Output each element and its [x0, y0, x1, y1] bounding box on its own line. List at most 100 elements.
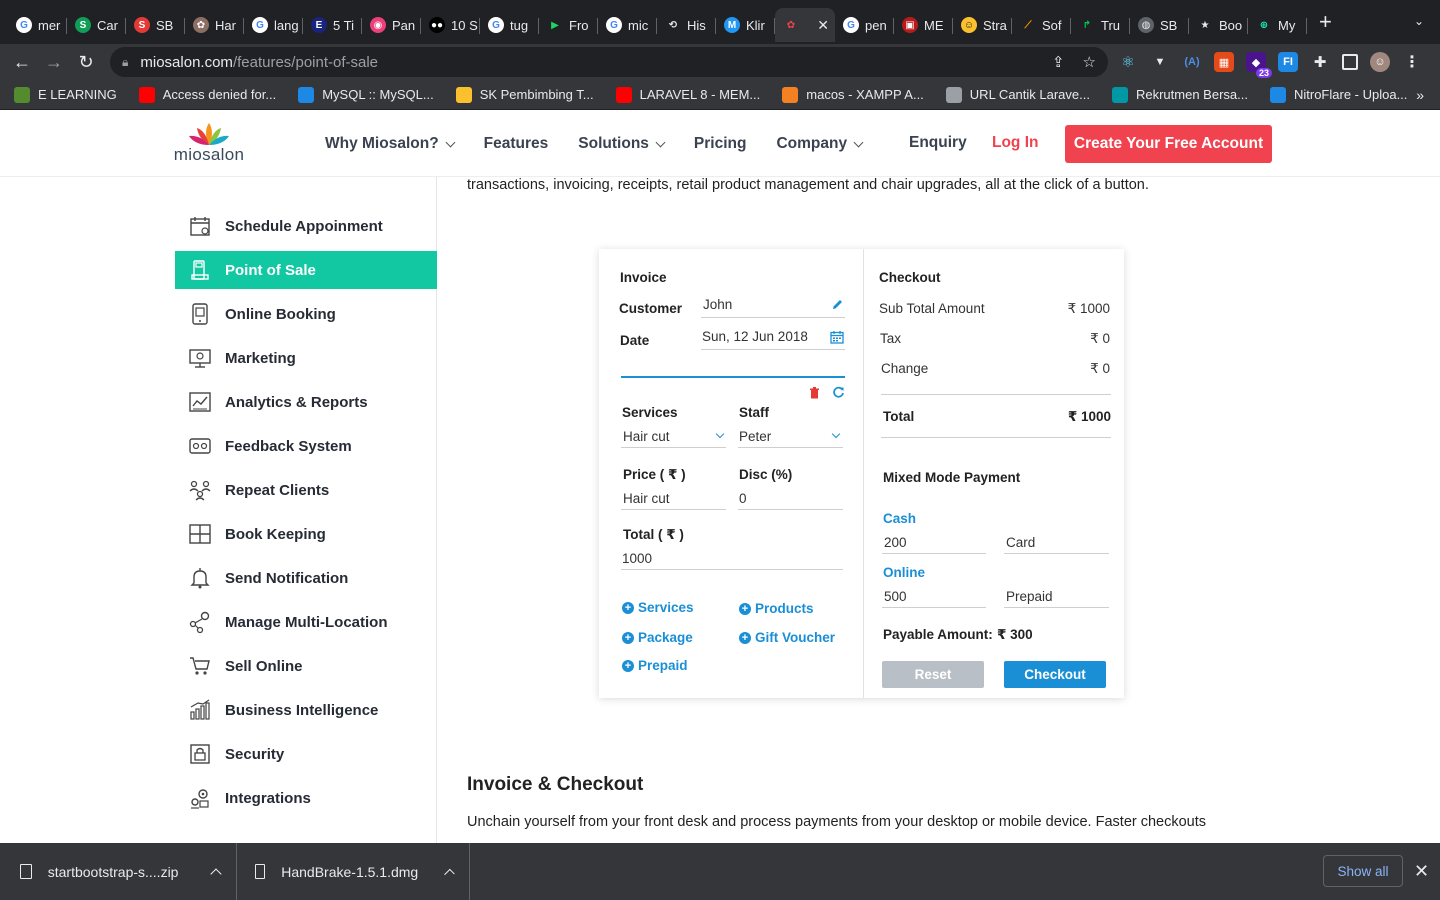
back-button[interactable]: ←	[6, 52, 38, 73]
browser-tab[interactable]: ✿ ✕	[775, 8, 835, 42]
browser-tab[interactable]: ◍ SB	[1130, 8, 1189, 42]
browser-tab[interactable]: ⟋ Sof	[1012, 8, 1071, 42]
browser-tab[interactable]: ⟲ His	[657, 8, 716, 42]
browser-tab[interactable]: Gpen	[835, 8, 894, 42]
nav-item[interactable]: Solutions	[578, 135, 666, 153]
browser-tab[interactable]: ▶ Fro	[539, 8, 598, 42]
profile-avatar[interactable]: ☺	[1370, 52, 1390, 72]
services-dropdown-chevron-icon[interactable]	[715, 429, 725, 439]
browser-tab[interactable]: ◉ Pan	[362, 8, 421, 42]
sidebar-item[interactable]: Book Keeping	[175, 515, 437, 553]
bookmark-item[interactable]: LARAVEL 8 - MEM...	[615, 86, 760, 103]
browser-tab[interactable]: E 5 Ti	[303, 8, 362, 42]
sidebar-item[interactable]: Sell Online	[175, 647, 437, 685]
customer-field[interactable]: John	[703, 297, 732, 312]
purple-extension-icon[interactable]: ◆ 23	[1246, 52, 1272, 78]
address-bar[interactable]: 🔒︎ miosalon.com/features/point-of-sale ⇪…	[110, 47, 1108, 77]
services-select[interactable]: Hair cut	[623, 429, 670, 444]
reset-button[interactable]: Reset	[882, 661, 984, 688]
bookmark-item[interactable]: SK Pembimbing T...	[455, 86, 594, 103]
date-field[interactable]: Sun, 12 Jun 2018	[702, 329, 808, 344]
sidebar-item[interactable]: Security	[175, 735, 437, 773]
add-package-link[interactable]: + Package	[622, 630, 693, 645]
browser-tab[interactable]: Glang	[244, 8, 303, 42]
show-all-downloads-button[interactable]: Show all	[1323, 855, 1403, 887]
browser-tab[interactable]: ⊕ My	[1248, 8, 1307, 42]
browser-tab[interactable]: ☺ Stra	[953, 8, 1012, 42]
reload-button[interactable]: ↻	[70, 52, 102, 73]
create-account-button[interactable]: Create Your Free Account	[1065, 125, 1272, 163]
refresh-icon[interactable]	[832, 386, 845, 399]
close-icon[interactable]: ✕	[1414, 861, 1429, 882]
staff-dropdown-chevron-icon[interactable]	[831, 429, 841, 439]
bookmark-item[interactable]: NitroFlare - Uploa...	[1269, 86, 1407, 103]
bookmark-item[interactable]: URL Cantik Larave...	[945, 86, 1090, 103]
fi-extension-icon[interactable]: FI	[1278, 52, 1298, 72]
browser-tab[interactable]: ✿ Har	[185, 8, 244, 42]
sidebar-item[interactable]: Analytics & Reports	[175, 383, 437, 421]
bookmark-item[interactable]: Rekrutmen Bersa...	[1111, 86, 1248, 103]
bookmark-item[interactable]: macos - XAMPP A...	[782, 86, 924, 103]
sidebar-item[interactable]: Schedule Appoinment	[175, 207, 437, 245]
checkout-button[interactable]: Checkout	[1004, 661, 1106, 688]
sidebar-item[interactable]: Online Booking	[175, 295, 437, 333]
browser-tab[interactable]: ↱ Tru	[1071, 8, 1130, 42]
browser-tab[interactable]: S SB	[126, 8, 185, 42]
browser-tab[interactable]: Gmer	[8, 8, 67, 42]
sidebar-item[interactable]: Business Intelligence	[175, 691, 437, 729]
download-item[interactable]: startbootstrap-s....zip	[0, 843, 237, 900]
browser-tab[interactable]: Gtug	[480, 8, 539, 42]
forward-button[interactable]: →	[38, 52, 70, 73]
sidepanel-icon[interactable]	[1342, 54, 1358, 70]
react-devtools-extension-icon[interactable]: ⚛	[1118, 52, 1138, 72]
browser-tab[interactable]: M Klir	[716, 8, 775, 42]
miosalon-logo[interactable]: miosalon	[167, 123, 251, 165]
share-icon[interactable]: ⇪	[1052, 53, 1065, 71]
login-link[interactable]: Log In	[992, 134, 1039, 152]
add-gift-voucher-link[interactable]: + Gift Voucher	[739, 630, 835, 645]
price-field[interactable]: Hair cut	[623, 491, 670, 506]
sidebar-item[interactable]: Repeat Clients	[175, 471, 437, 509]
nav-item[interactable]: Pricing	[694, 135, 747, 153]
puzzle-extensions-icon[interactable]: ✚	[1310, 52, 1330, 72]
sidebar-item[interactable]: Point of Sale	[175, 251, 437, 289]
browser-tab[interactable]: S Car	[67, 8, 126, 42]
enquiry-link[interactable]: Enquiry	[909, 134, 967, 152]
add-products-link[interactable]: + Products	[739, 601, 814, 616]
calendar-icon[interactable]	[830, 330, 844, 344]
browser-tab[interactable]: ●● 10 S	[421, 8, 480, 42]
total-field[interactable]: 1000	[622, 551, 652, 566]
nav-item[interactable]: Features	[484, 135, 549, 153]
translate-extension-icon[interactable]: (A)	[1182, 52, 1202, 72]
tab-search-chevron-icon[interactable]: ⌄	[1414, 14, 1424, 28]
bookmark-item[interactable]: MySQL :: MySQL...	[298, 86, 434, 103]
sidebar-item[interactable]: Manage Multi-Location	[175, 603, 437, 641]
staff-select[interactable]: Peter	[739, 429, 771, 444]
cash-amount-field[interactable]: 200	[884, 535, 907, 550]
browser-tab[interactable]: Gmic	[598, 8, 657, 42]
prepaid-field[interactable]: Prepaid	[1006, 589, 1053, 604]
chevron-up-icon[interactable]	[444, 868, 455, 879]
tab-close-icon[interactable]: ✕	[817, 17, 829, 34]
browser-menu-icon[interactable]: ⋮	[1402, 52, 1422, 72]
download-item[interactable]: HandBrake-1.5.1.dmg	[237, 843, 470, 900]
sidebar-item[interactable]: Integrations	[175, 779, 437, 817]
vue-devtools-extension-icon[interactable]: ▼	[1150, 52, 1170, 72]
sidebar-item[interactable]: Feedback System	[175, 427, 437, 465]
add-prepaid-link[interactable]: + Prepaid	[622, 658, 688, 673]
card-field[interactable]: Card	[1006, 535, 1035, 550]
new-tab-button[interactable]: +	[1319, 9, 1332, 35]
bookmarks-overflow-icon[interactable]: »	[1416, 87, 1424, 103]
browser-tab[interactable]: ▣ ME	[894, 8, 953, 42]
trash-icon[interactable]	[809, 387, 820, 399]
online-amount-field[interactable]: 500	[884, 589, 907, 604]
sidebar-item[interactable]: Marketing	[175, 339, 437, 377]
edit-pencil-icon[interactable]	[831, 298, 844, 311]
chevron-up-icon[interactable]	[210, 867, 222, 880]
discount-field[interactable]: 0	[739, 491, 747, 506]
sidebar-item[interactable]: Send Notification	[175, 559, 437, 597]
red-grid-extension-icon[interactable]: ▦	[1214, 52, 1234, 72]
bookmark-item[interactable]: E LEARNING	[14, 86, 117, 103]
add-services-link[interactable]: + Services	[622, 600, 694, 615]
bookmark-star-icon[interactable]: ☆	[1083, 53, 1096, 71]
